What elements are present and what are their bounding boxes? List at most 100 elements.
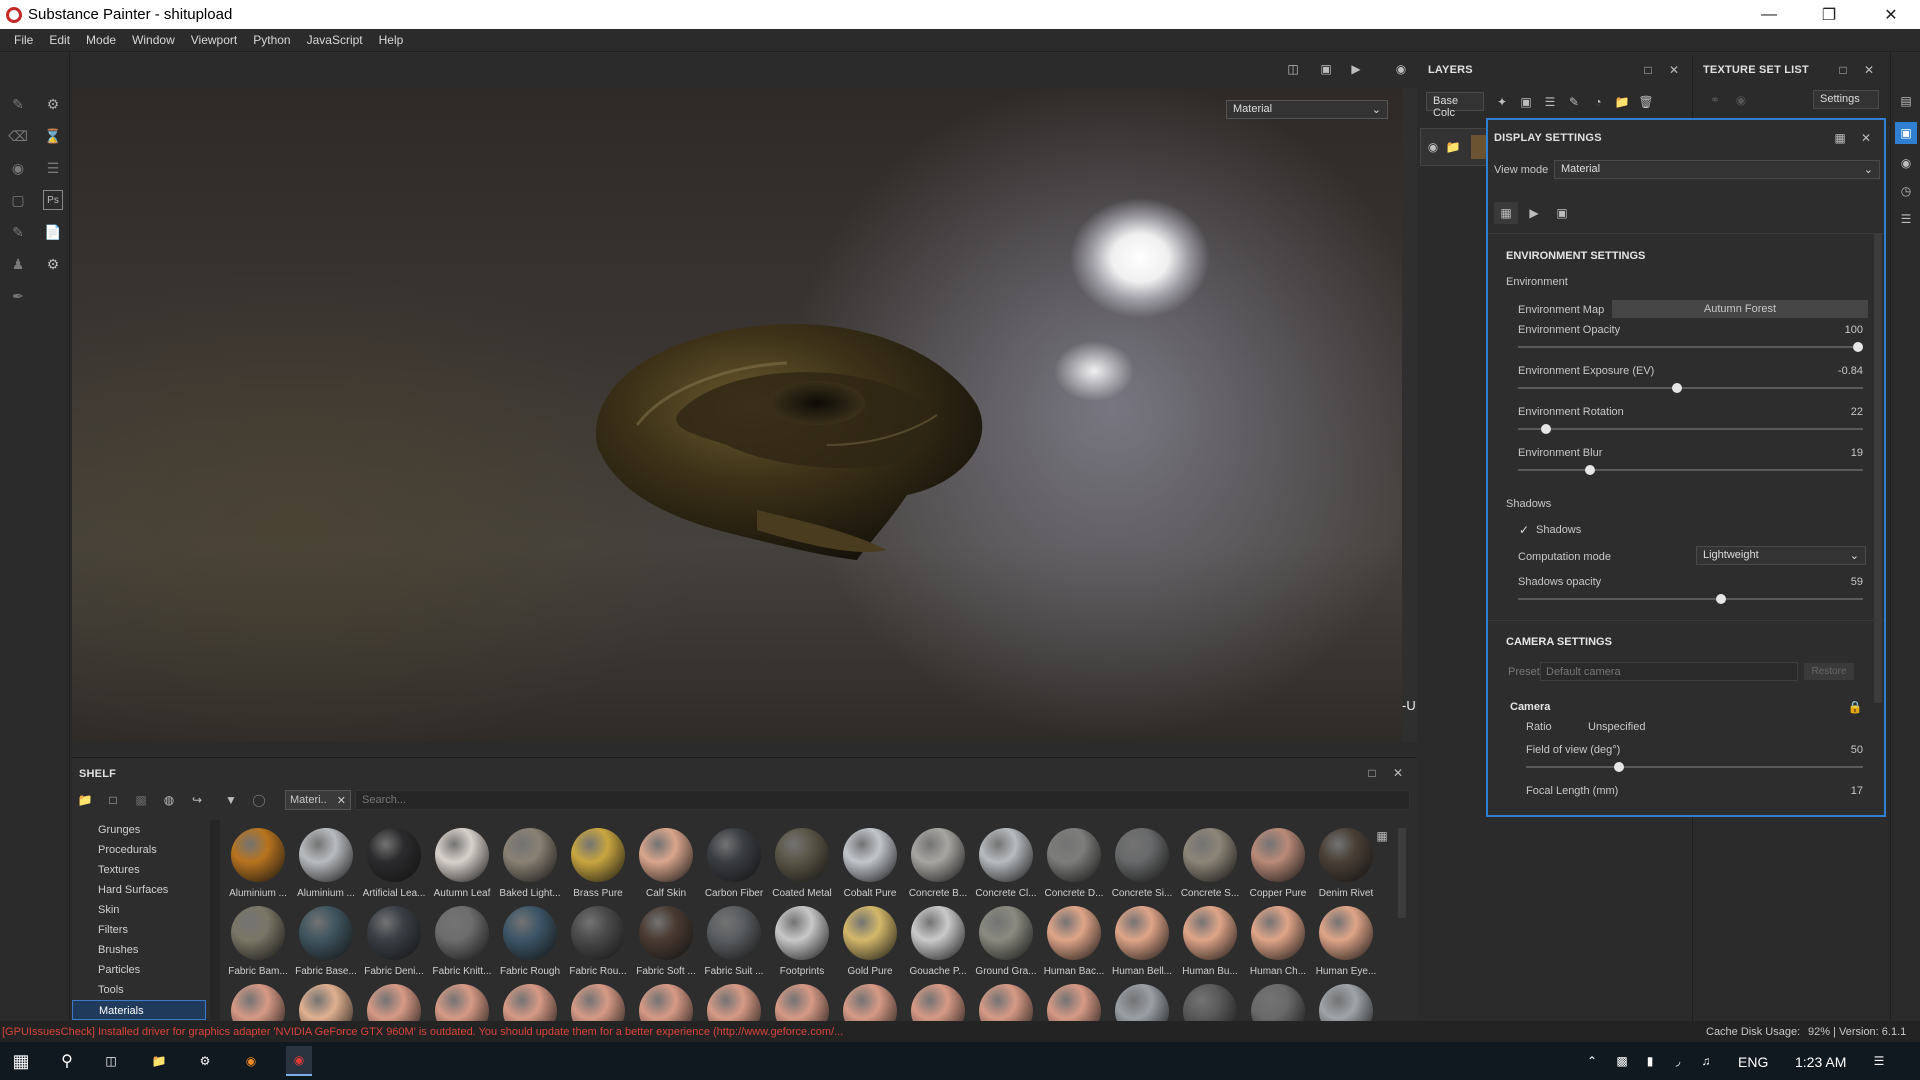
material-tile[interactable]: Ground Gra... bbox=[972, 906, 1040, 984]
material-tile[interactable]: Fabric Deni... bbox=[360, 906, 428, 984]
material-tile[interactable]: Footprints bbox=[768, 906, 836, 984]
app-icon[interactable]: ⚙ bbox=[194, 1051, 216, 1071]
material-tile[interactable]: Human Bu... bbox=[1176, 906, 1244, 984]
brush-icon[interactable]: ✎ bbox=[8, 94, 28, 114]
environment-slider[interactable] bbox=[1518, 342, 1863, 352]
filter-tag[interactable]: Materi.. ✕ bbox=[285, 790, 351, 810]
new-item-icon[interactable]: □ bbox=[104, 791, 122, 809]
close-panel-icon[interactable]: ✕ bbox=[1858, 130, 1874, 146]
material-tile[interactable]: Fabric Base... bbox=[292, 906, 360, 984]
material-tile[interactable]: Concrete S... bbox=[1176, 828, 1244, 906]
language-indicator[interactable]: ENG bbox=[1738, 1054, 1768, 1070]
float-panel-icon[interactable]: ▦ bbox=[1832, 130, 1848, 146]
maximize-panel-icon[interactable]: □ bbox=[1835, 62, 1851, 78]
slider-knob[interactable] bbox=[1853, 342, 1863, 352]
windows-start-icon[interactable]: ▦ bbox=[10, 1051, 32, 1071]
folder-icon[interactable]: 📁 bbox=[76, 791, 94, 809]
material-tile[interactable]: Fabric Rough bbox=[496, 906, 564, 984]
projection-icon[interactable]: ◉ bbox=[8, 158, 28, 178]
menu-javascript[interactable]: JavaScript bbox=[299, 33, 371, 47]
shelf-search-input[interactable] bbox=[355, 790, 1410, 810]
minimize-icon[interactable]: — bbox=[1740, 0, 1798, 29]
material-tile[interactable]: Fabric Soft ... bbox=[632, 906, 700, 984]
slider-knob[interactable] bbox=[1585, 465, 1595, 475]
material-tile[interactable]: Copper Pure bbox=[1244, 828, 1312, 906]
material-tile[interactable]: Concrete D... bbox=[1040, 828, 1108, 906]
channel-select[interactable]: Base Colc bbox=[1426, 92, 1484, 119]
camera-tab-icon[interactable]: ▶ bbox=[1522, 202, 1546, 224]
category-scrollbar[interactable] bbox=[210, 820, 220, 1020]
viewport-mode-select[interactable]: Material ⌄ bbox=[1226, 100, 1388, 119]
material-tile[interactable]: Baked Light... bbox=[496, 828, 564, 906]
add-paint-layer-icon[interactable]: ✎ bbox=[1566, 94, 1582, 110]
remove-filter-icon[interactable]: ✕ bbox=[337, 794, 346, 807]
material-tile[interactable]: Aluminium ... bbox=[224, 828, 292, 906]
category-particles[interactable]: Particles bbox=[72, 960, 206, 980]
delete-layer-icon[interactable]: 🗑 bbox=[1638, 94, 1654, 110]
wifi-icon[interactable]: ◞ bbox=[1668, 1051, 1688, 1071]
import-icon[interactable]: ↪ bbox=[188, 791, 206, 809]
grid-view-icon[interactable]: ▦ bbox=[1374, 828, 1390, 844]
settings-cog-icon[interactable]: ⚙ bbox=[43, 254, 63, 274]
blender-icon[interactable]: ◉ bbox=[240, 1051, 262, 1071]
save-icon[interactable]: ▩ bbox=[132, 791, 150, 809]
material-tile[interactable]: Concrete Si... bbox=[1108, 828, 1176, 906]
category-materials[interactable]: Materials bbox=[72, 1000, 206, 1020]
add-folder-icon[interactable]: 📁 bbox=[1614, 94, 1630, 110]
history-icon[interactable]: ◷ bbox=[1897, 182, 1915, 200]
environment-map-button[interactable]: Autumn Forest bbox=[1612, 300, 1868, 318]
material-tile[interactable]: Coated Metal bbox=[768, 828, 836, 906]
category-skin[interactable]: Skin bbox=[72, 900, 206, 920]
category-tools[interactable]: Tools bbox=[72, 980, 206, 1000]
frame-tab-icon[interactable]: ▣ bbox=[1550, 202, 1574, 224]
category-grunges[interactable]: Grunges bbox=[72, 820, 206, 840]
link-icon[interactable]: ⚭ bbox=[1707, 92, 1723, 108]
color-picker-icon[interactable]: ✒ bbox=[8, 286, 28, 306]
category-filters[interactable]: Filters bbox=[72, 920, 206, 940]
menu-edit[interactable]: Edit bbox=[41, 33, 78, 47]
hide-icon[interactable]: ◍ bbox=[160, 791, 178, 809]
menu-window[interactable]: Window bbox=[124, 33, 183, 47]
settings-dropdown[interactable]: Settings bbox=[1813, 90, 1879, 109]
file-explorer-icon[interactable]: 📁 bbox=[148, 1051, 170, 1071]
menu-python[interactable]: Python bbox=[245, 33, 298, 47]
material-tile[interactable]: Human Bac... bbox=[1040, 906, 1108, 984]
gear-icon[interactable]: ⚙ bbox=[43, 94, 63, 114]
restore-button[interactable]: Restore bbox=[1804, 663, 1854, 680]
category-brushes[interactable]: Brushes bbox=[72, 940, 206, 960]
shadows-checkbox[interactable]: ✓ bbox=[1518, 523, 1530, 537]
maximize-panel-icon[interactable]: □ bbox=[1640, 62, 1656, 78]
log-icon[interactable]: ☰ bbox=[1897, 210, 1915, 228]
material-tile[interactable]: Autumn Leaf bbox=[428, 828, 496, 906]
grid-scrollbar[interactable] bbox=[1398, 828, 1406, 918]
field-of-view-slider[interactable] bbox=[1526, 762, 1863, 772]
substance-painter-task-icon[interactable]: ◉ bbox=[286, 1046, 312, 1076]
close-panel-icon[interactable]: ✕ bbox=[1861, 62, 1877, 78]
camera-preset-input[interactable] bbox=[1540, 662, 1798, 681]
shadows-opacity-slider[interactable] bbox=[1518, 594, 1863, 604]
notifications-icon[interactable]: ☰ bbox=[1868, 1051, 1890, 1071]
screenshot-icon[interactable]: ◉ bbox=[1392, 60, 1410, 78]
view-mode-select[interactable]: Material ⌄ bbox=[1554, 160, 1880, 179]
close-panel-icon[interactable]: ✕ bbox=[1390, 765, 1406, 781]
material-tile[interactable]: Gold Pure bbox=[836, 906, 904, 984]
material-tile[interactable]: Brass Pure bbox=[564, 828, 632, 906]
slider-knob[interactable] bbox=[1672, 383, 1683, 393]
material-tile[interactable]: Human Eye... bbox=[1312, 906, 1380, 984]
material-tile[interactable]: Carbon Fiber bbox=[700, 828, 768, 906]
material-tile[interactable]: Fabric Rou... bbox=[564, 906, 632, 984]
material-tile[interactable]: Denim Rivet bbox=[1312, 828, 1380, 906]
mesh-model[interactable] bbox=[527, 295, 1087, 595]
task-view-icon[interactable]: ◫ bbox=[100, 1051, 122, 1071]
camera-video-icon[interactable]: ▶ bbox=[1347, 60, 1365, 78]
refresh-icon[interactable]: ◯ bbox=[250, 791, 268, 809]
shader-settings-icon[interactable]: ◉ bbox=[1897, 154, 1915, 172]
clock-time[interactable]: 1:23 AM bbox=[1795, 1054, 1846, 1070]
menu-viewport[interactable]: Viewport bbox=[183, 33, 245, 47]
clone-stamp-icon[interactable]: ♟ bbox=[8, 254, 28, 274]
material-tile[interactable]: Calf Skin bbox=[632, 828, 700, 906]
material-tile[interactable]: Human Ch... bbox=[1244, 906, 1312, 984]
search-icon[interactable]: ⚲ bbox=[56, 1051, 78, 1071]
filter-icon[interactable]: ▼ bbox=[222, 791, 240, 809]
layers-stack-icon[interactable]: ☰ bbox=[43, 158, 63, 178]
